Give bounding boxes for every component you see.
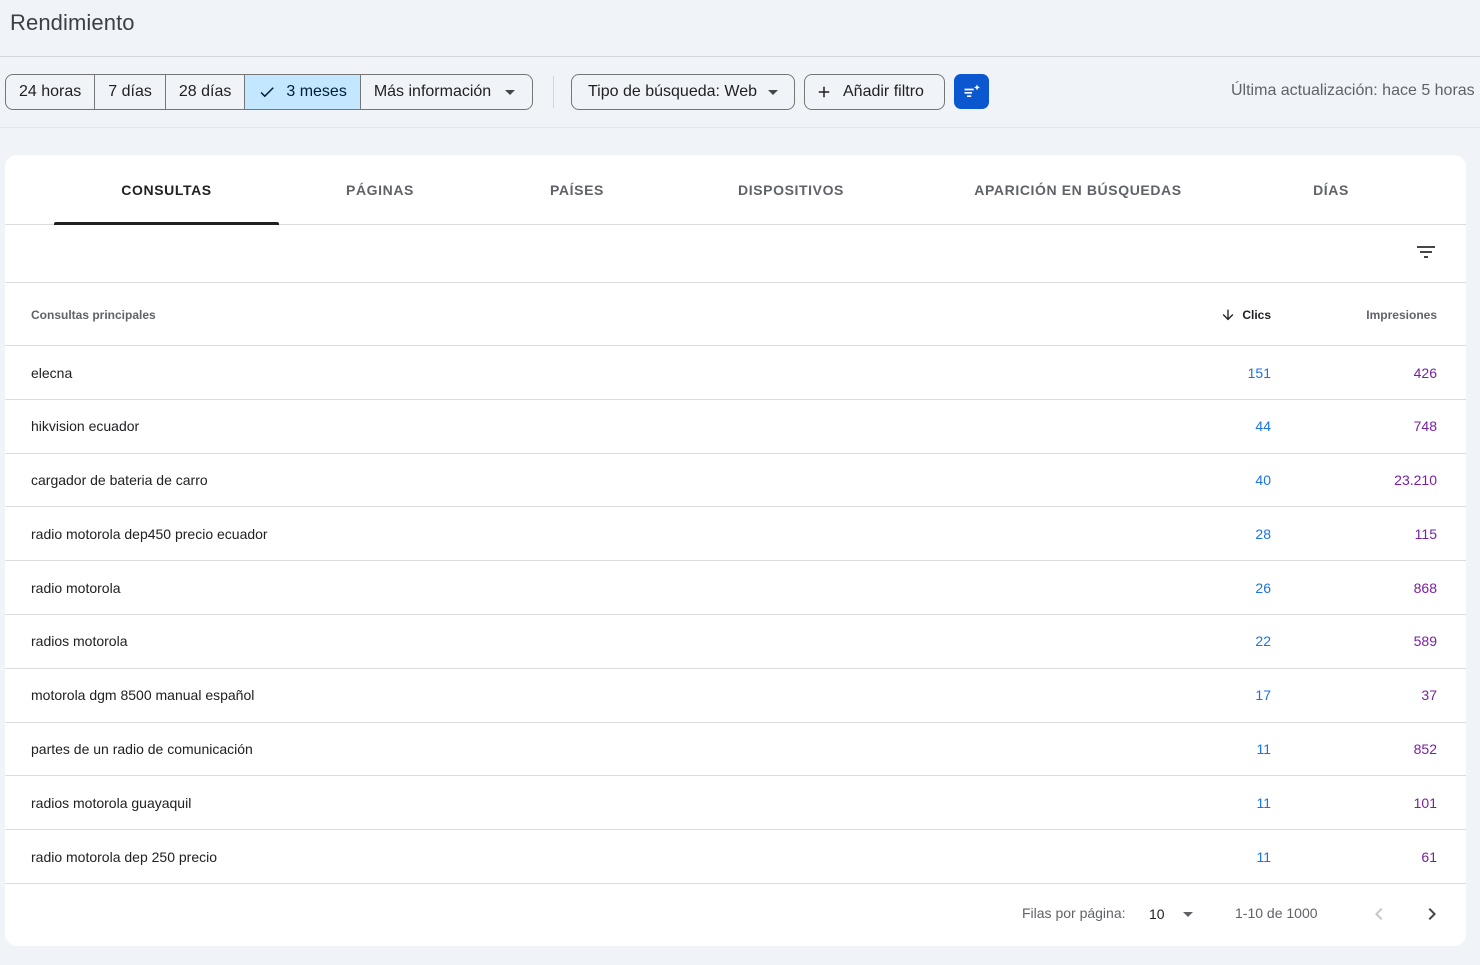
- filter-list-icon[interactable]: [1414, 240, 1438, 264]
- table-row[interactable]: elecna 151 426: [5, 346, 1466, 400]
- query-cell: hikvision ecuador: [31, 418, 140, 435]
- clicks-cell: 151: [1247, 364, 1271, 381]
- search-type-label: Tipo de búsqueda: Web: [588, 83, 758, 100]
- clicks-header-label: Clics: [1242, 307, 1271, 322]
- chevron-left-icon[interactable]: [1367, 902, 1391, 926]
- rows-per-page-value: 10: [1149, 906, 1165, 922]
- add-filter-label: Añadir filtro: [843, 83, 924, 100]
- tab-queries[interactable]: CONSULTAS: [54, 155, 279, 225]
- plus-icon: [818, 86, 830, 98]
- table-row[interactable]: radio motorola dep 250 precio 11 61: [5, 830, 1466, 884]
- last-update-text: Última actualización: hace 5 horas: [1231, 82, 1475, 99]
- query-cell: motorola dgm 8500 manual español: [31, 687, 255, 704]
- clicks-cell: 28: [1255, 525, 1271, 542]
- toolbar: 24 horas 7 días 28 días 3 meses Más info…: [5, 74, 1480, 110]
- impressions-cell: 61: [1421, 848, 1437, 865]
- page-title: Rendimiento: [10, 10, 135, 35]
- tab-pages[interactable]: PÁGINAS: [305, 155, 455, 225]
- table-body: elecna 151 426 hikvision ecuador 44 748 …: [5, 346, 1466, 884]
- table-row[interactable]: radio motorola 26 868: [5, 561, 1466, 615]
- pagination-range: 1-10 de 1000: [1235, 905, 1318, 921]
- impressions-cell: 868: [1413, 579, 1437, 596]
- tab-days[interactable]: DÍAS: [1281, 155, 1381, 225]
- column-header-impressions[interactable]: Impresiones: [1366, 283, 1437, 346]
- impressions-cell: 101: [1413, 794, 1437, 811]
- clicks-cell: 22: [1255, 633, 1271, 650]
- range-7-days-button[interactable]: 7 días: [95, 75, 166, 109]
- impressions-cell: 115: [1414, 525, 1437, 542]
- impressions-cell: 23.210: [1394, 472, 1437, 489]
- table-header: Consultas principales Clics Impresiones: [5, 283, 1466, 346]
- table-filter-row: [5, 225, 1466, 283]
- column-header-clicks[interactable]: Clics: [1220, 283, 1271, 346]
- impressions-cell: 426: [1413, 364, 1437, 381]
- arrow-downward-icon: [1222, 309, 1234, 320]
- clicks-cell: 26: [1255, 579, 1271, 596]
- chevron-right-icon[interactable]: [1420, 902, 1444, 926]
- rows-per-page-label: Filas por página:: [1022, 905, 1126, 921]
- impressions-cell: 748: [1413, 418, 1437, 435]
- performance-card: CONSULTAS PÁGINAS PAÍSES DISPOSITIVOS AP…: [5, 155, 1466, 946]
- arrow-drop-down-icon: [768, 89, 778, 95]
- more-info-dropdown[interactable]: Más información: [361, 75, 532, 109]
- range-label: 28 días: [178, 83, 232, 100]
- impressions-cell: 37: [1421, 687, 1437, 704]
- ai-filter-button[interactable]: [954, 74, 989, 109]
- query-cell: partes de un radio de comunicación: [31, 741, 253, 758]
- clicks-cell: 17: [1255, 687, 1271, 704]
- title-divider: [0, 56, 1480, 57]
- impressions-cell: 589: [1413, 633, 1437, 650]
- clicks-cell: 11: [1256, 794, 1271, 811]
- filter-sparkle-icon: [964, 84, 980, 97]
- tab-devices[interactable]: DISPOSITIVOS: [711, 155, 871, 225]
- check-icon: [260, 87, 275, 98]
- add-filter-button[interactable]: Añadir filtro: [804, 74, 945, 110]
- table-row[interactable]: motorola dgm 8500 manual español 17 37: [5, 669, 1466, 723]
- table-row[interactable]: radio motorola dep450 precio ecuador 28 …: [5, 507, 1466, 562]
- query-cell: radios motorola guayaquil: [31, 794, 192, 811]
- date-range-group: 24 horas 7 días 28 días 3 meses Más info…: [5, 74, 534, 110]
- rows-per-page-select[interactable]: 10: [1149, 900, 1199, 928]
- table-row[interactable]: partes de un radio de comunicación 11 85…: [5, 723, 1466, 777]
- range-label: 24 horas: [19, 83, 82, 100]
- query-cell: radios motorola: [31, 633, 128, 650]
- impressions-cell: 852: [1413, 741, 1437, 758]
- clicks-cell: 11: [1256, 848, 1271, 865]
- toolbar-separator: [553, 76, 554, 108]
- table-row[interactable]: radios motorola guayaquil 11 101: [5, 776, 1466, 831]
- range-label: 3 meses: [286, 83, 347, 100]
- clicks-cell: 40: [1255, 472, 1271, 489]
- table-row[interactable]: hikvision ecuador 44 748: [5, 400, 1466, 454]
- range-28-days-button[interactable]: 28 días: [166, 75, 246, 109]
- table-row[interactable]: radios motorola 22 589: [5, 615, 1466, 669]
- range-3-months-button[interactable]: 3 meses: [245, 75, 361, 109]
- arrow-drop-down-icon: [505, 89, 516, 95]
- clicks-cell: 11: [1256, 741, 1271, 758]
- tab-search-appearance[interactable]: APARICIÓN EN BÚSQUEDAS: [960, 155, 1196, 225]
- clicks-cell: 44: [1255, 418, 1271, 435]
- range-label: Más información: [373, 83, 492, 100]
- column-header-queries: Consultas principales: [31, 307, 156, 322]
- query-cell: elecna: [31, 364, 73, 381]
- tab-countries[interactable]: PAÍSES: [507, 155, 647, 225]
- query-cell: cargador de bateria de carro: [31, 472, 208, 489]
- dimension-tabs: CONSULTAS PÁGINAS PAÍSES DISPOSITIVOS AP…: [5, 155, 1466, 225]
- range-label: 7 días: [108, 83, 152, 100]
- arrow-drop-down-icon: [1182, 911, 1193, 917]
- search-type-dropdown[interactable]: Tipo de búsqueda: Web: [571, 74, 795, 110]
- toolbar-divider: [0, 127, 1480, 128]
- table-row[interactable]: cargador de bateria de carro 40 23.210: [5, 454, 1466, 508]
- query-cell: radio motorola dep450 precio ecuador: [31, 525, 268, 542]
- pagination: Filas por página: 10 1-10 de 1000: [5, 886, 1466, 942]
- range-24-hours-button[interactable]: 24 horas: [6, 75, 96, 109]
- query-cell: radio motorola dep 250 precio: [31, 848, 218, 865]
- query-cell: radio motorola: [31, 579, 121, 596]
